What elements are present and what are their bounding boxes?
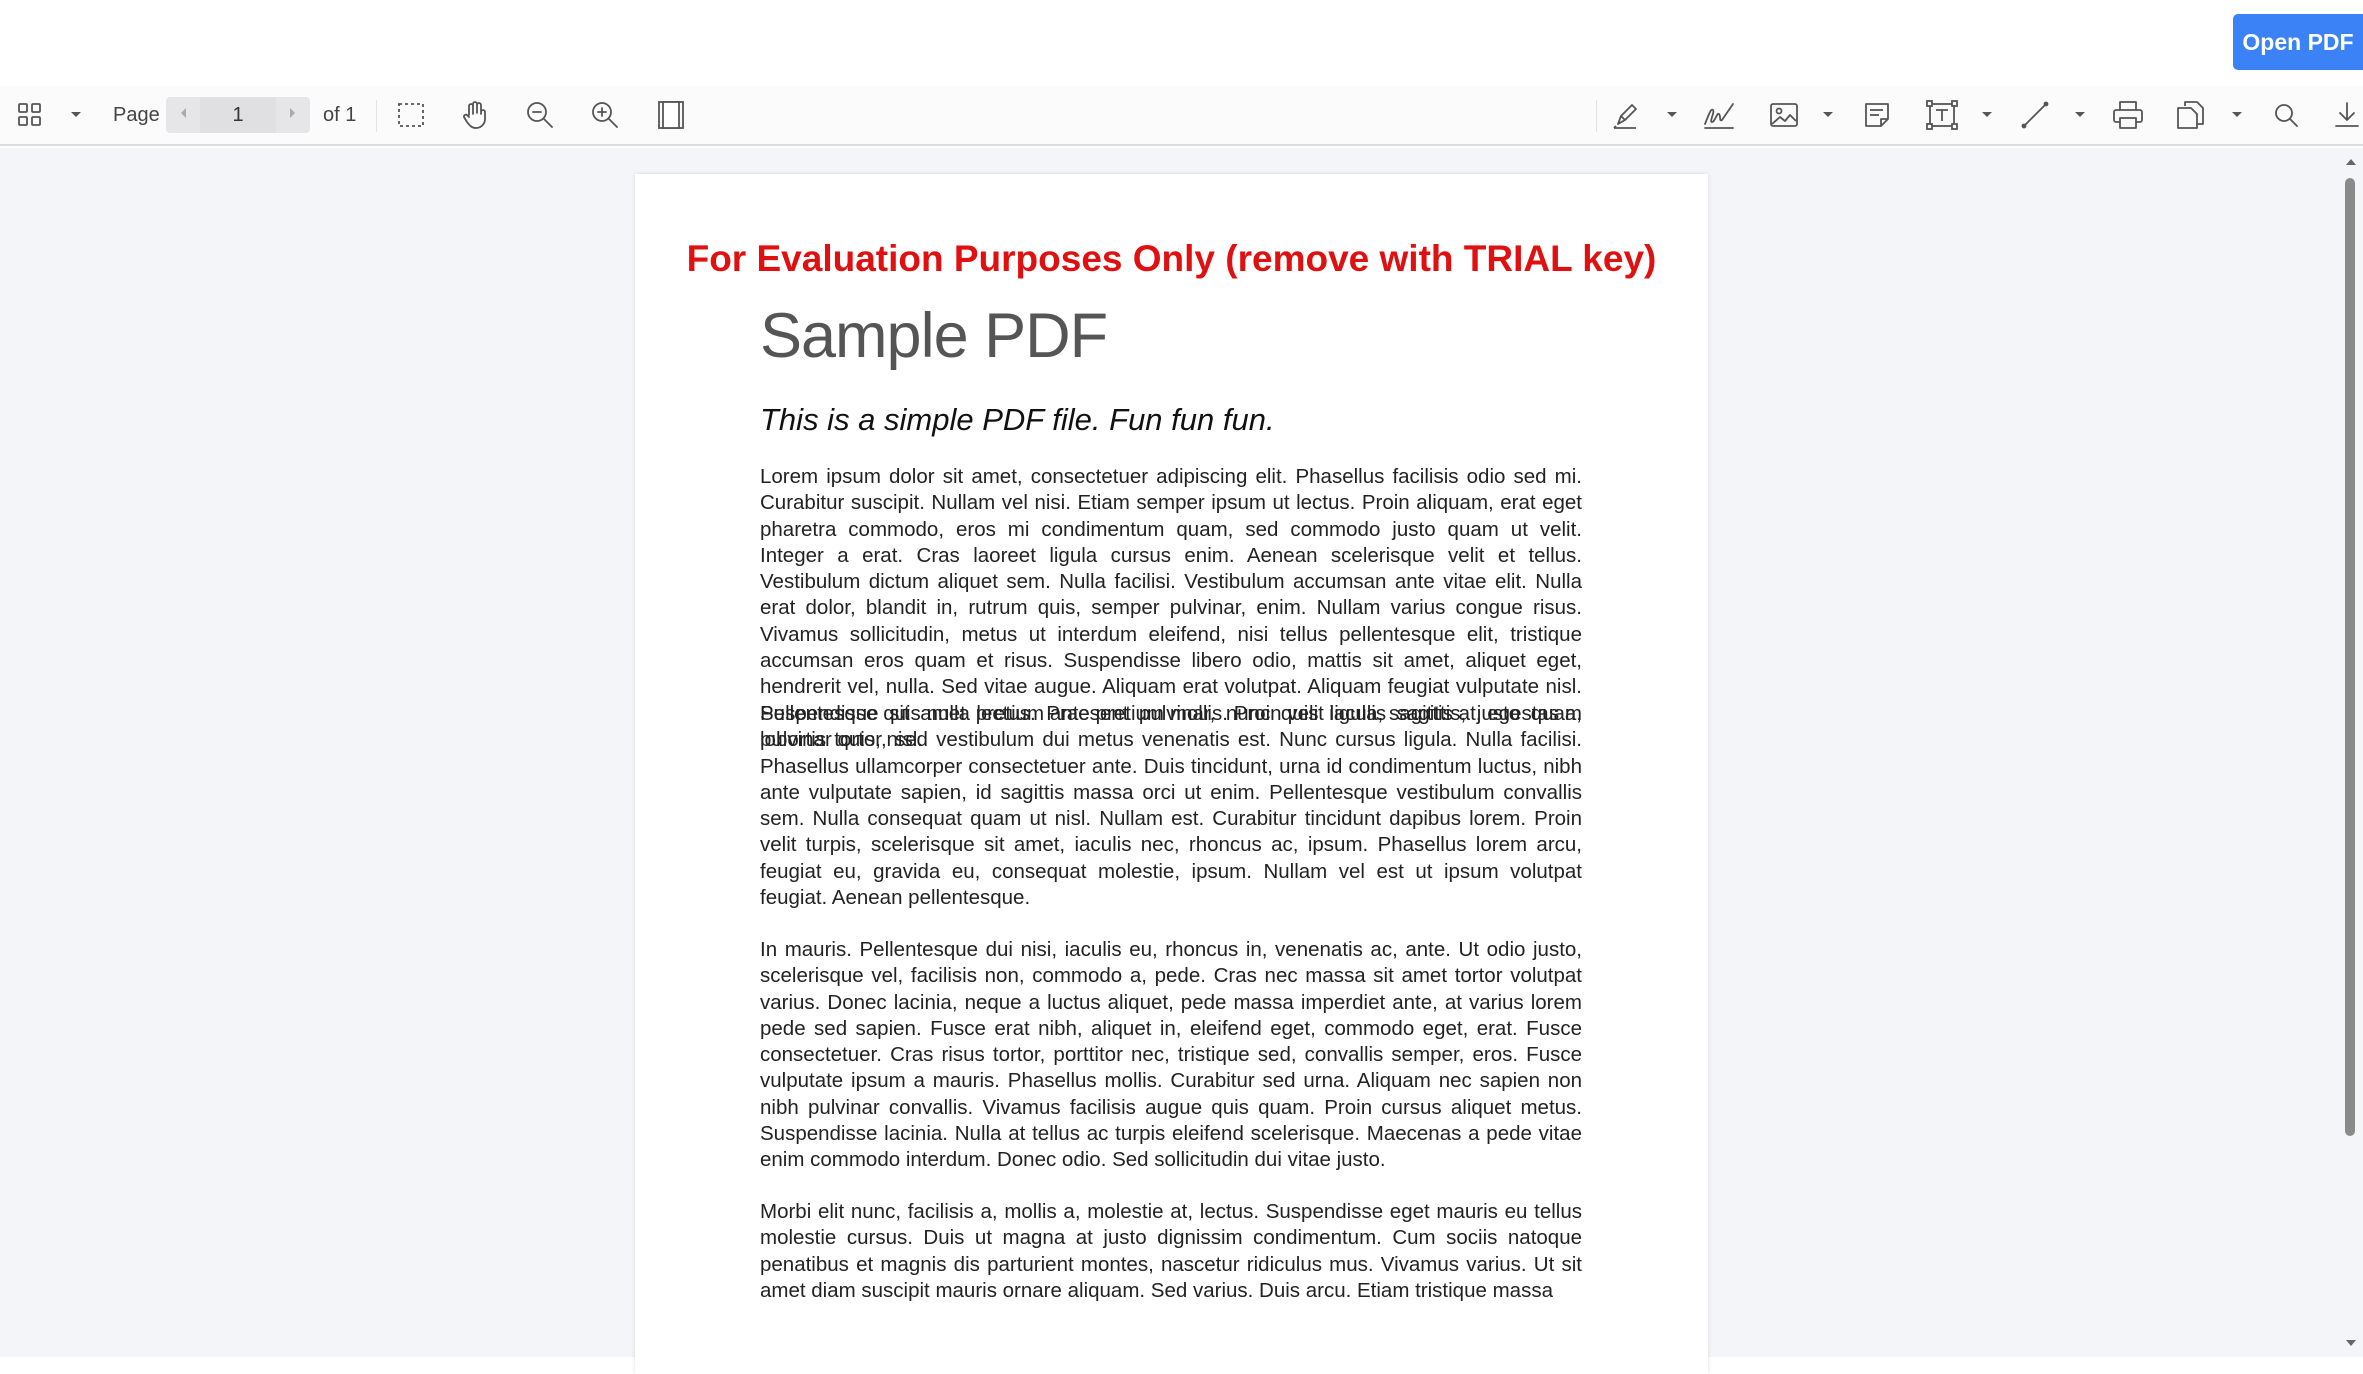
previous-page-button[interactable] bbox=[166, 97, 200, 133]
toolbar-divider bbox=[1596, 100, 1597, 132]
download-button[interactable] bbox=[2328, 86, 2363, 144]
scrollbar-thumb[interactable] bbox=[2345, 178, 2355, 1136]
print-button[interactable] bbox=[2108, 86, 2148, 144]
fit-page-icon bbox=[656, 100, 686, 130]
document-subtitle: This is a simple PDF file. Fun fun fun. bbox=[760, 402, 1275, 437]
highlighter-icon bbox=[1610, 100, 1640, 130]
text-box-button[interactable] bbox=[1923, 86, 1961, 144]
page-number-input[interactable]: 1 bbox=[200, 97, 276, 133]
body-paragraph: Morbi elit nunc, facilisis a, mollis a, … bbox=[760, 1200, 1582, 1302]
search-button[interactable] bbox=[2268, 86, 2304, 144]
highlight-button[interactable] bbox=[1606, 86, 1644, 144]
text-box-icon bbox=[1926, 100, 1958, 130]
thumbnails-dropdown[interactable] bbox=[66, 86, 86, 144]
page-total: of 1 bbox=[323, 104, 357, 126]
chevron-down-icon bbox=[70, 106, 82, 124]
pan-tool-button[interactable] bbox=[456, 86, 494, 144]
sticky-note-icon bbox=[1863, 101, 1891, 129]
insert-image-dropdown[interactable] bbox=[1818, 86, 1838, 144]
signature-icon bbox=[1703, 100, 1735, 130]
open-pdf-button[interactable]: Open PDF bbox=[2233, 14, 2363, 70]
export-icon bbox=[2175, 100, 2205, 130]
document-title: Sample PDF bbox=[760, 301, 1108, 371]
page-label: Page bbox=[113, 104, 160, 126]
chevron-down-icon bbox=[2074, 106, 2086, 124]
zoom-in-icon bbox=[590, 100, 620, 130]
thumbnails-button[interactable] bbox=[12, 86, 48, 144]
pdf-page: For Evaluation Purposes Only (remove wit… bbox=[635, 174, 1708, 1374]
hand-pan-icon bbox=[460, 100, 490, 130]
viewer-toolbar: Page 1 of 1 bbox=[0, 86, 2363, 146]
signature-button[interactable] bbox=[1700, 86, 1738, 144]
print-icon bbox=[2112, 100, 2144, 130]
marquee-select-icon bbox=[397, 102, 425, 128]
insert-image-button[interactable] bbox=[1765, 86, 1803, 144]
line-tool-dropdown[interactable] bbox=[2070, 86, 2090, 144]
thumbnails-grid-icon bbox=[17, 102, 43, 128]
chevron-down-icon bbox=[1666, 106, 1678, 124]
scroll-down-arrow[interactable] bbox=[2343, 1335, 2359, 1351]
zoom-out-button[interactable] bbox=[521, 86, 559, 144]
chevron-left-icon bbox=[179, 106, 187, 124]
vertical-scrollbar[interactable] bbox=[2339, 148, 2363, 1357]
body-paragraph: In mauris. Pellentesque dui nisi, iaculi… bbox=[760, 938, 1582, 1172]
export-button[interactable] bbox=[2171, 86, 2209, 144]
next-page-button[interactable] bbox=[276, 97, 310, 133]
chevron-down-icon bbox=[2231, 106, 2243, 124]
fit-page-button[interactable] bbox=[652, 86, 690, 144]
download-icon bbox=[2334, 101, 2360, 129]
line-tool-button[interactable] bbox=[2016, 86, 2054, 144]
toolbar-divider bbox=[376, 100, 377, 132]
export-dropdown[interactable] bbox=[2227, 86, 2247, 144]
page-navigator: 1 bbox=[166, 97, 310, 133]
top-bar: Open PDF bbox=[0, 0, 2363, 86]
chevron-down-icon bbox=[1822, 106, 1834, 124]
chevron-right-icon bbox=[289, 106, 297, 124]
evaluation-watermark: For Evaluation Purposes Only (remove wit… bbox=[686, 238, 1657, 279]
zoom-in-button[interactable] bbox=[586, 86, 624, 144]
line-icon bbox=[2020, 100, 2050, 130]
body-paragraph: Pellentesque sit amet lectus. Praesent p… bbox=[760, 702, 1582, 910]
highlight-dropdown[interactable] bbox=[1662, 86, 1682, 144]
document-viewport[interactable]: For Evaluation Purposes Only (remove wit… bbox=[0, 148, 2363, 1374]
search-icon bbox=[2273, 102, 2299, 128]
sticky-note-button[interactable] bbox=[1858, 86, 1896, 144]
scroll-up-arrow[interactable] bbox=[2343, 154, 2359, 170]
image-icon bbox=[1769, 101, 1799, 129]
chevron-down-icon bbox=[1981, 106, 1993, 124]
marquee-select-button[interactable] bbox=[392, 86, 430, 144]
text-box-dropdown[interactable] bbox=[1977, 86, 1997, 144]
zoom-out-icon bbox=[525, 100, 555, 130]
